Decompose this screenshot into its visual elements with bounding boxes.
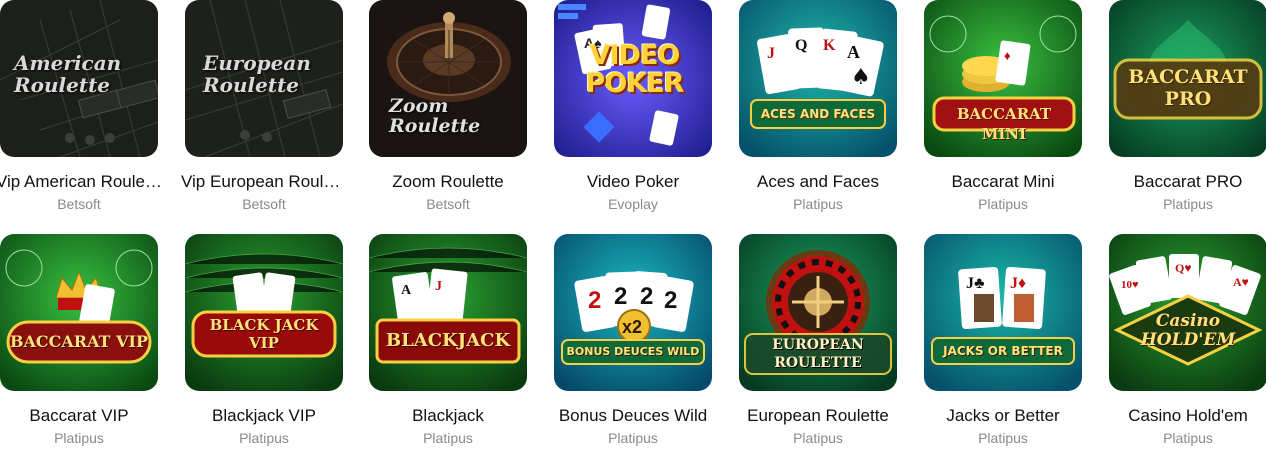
game-tile[interactable]: American Roulette Vip American Roulette … xyxy=(0,0,162,220)
game-logo: EUROPEAN ROULETTE xyxy=(772,337,864,371)
svg-text:J♣: J♣ xyxy=(966,275,985,292)
game-tile[interactable]: Zoom Roulette Zoom Roulette Betsoft xyxy=(369,0,527,220)
game-title: Baccarat VIP xyxy=(29,406,129,425)
game-provider: Platipus xyxy=(1163,430,1213,446)
game-logo: JACKS OR BETTER xyxy=(943,344,1063,358)
svg-text:A: A xyxy=(847,42,860,62)
game-logo: BONUS DEUCES WILD xyxy=(566,345,700,358)
game-thumbnail: 10♥ Q♥ A♥ Casino HOLD'EM xyxy=(1109,234,1266,391)
game-title: Zoom Roulette xyxy=(392,172,504,191)
game-tile[interactable]: J Q K A ♠ ACES AND FACES Aces and Faces … xyxy=(739,0,897,220)
game-thumbnail: EUROPEAN ROULETTE xyxy=(739,234,897,391)
game-title: Vip European Roulette xyxy=(181,172,347,191)
game-thumbnail: ♦ BACCARAT MINI xyxy=(924,0,1082,157)
game-thumbnail: BACCARAT PRO xyxy=(1109,0,1266,157)
game-tile[interactable]: A J BLACKJACK Blackjack Platipus xyxy=(369,234,527,454)
game-tile[interactable]: European Roulette Vip European Roulette … xyxy=(181,0,347,220)
svg-text:♦: ♦ xyxy=(1004,48,1011,63)
game-title: European Roulette xyxy=(747,406,889,425)
svg-text:2: 2 xyxy=(664,287,677,314)
game-provider: Platipus xyxy=(978,196,1028,212)
game-logo: European Roulette xyxy=(203,51,311,97)
svg-text:Q: Q xyxy=(795,37,807,54)
game-tile[interactable]: J♣ J♦ JACKS OR BETTER Jacks or Better Pl… xyxy=(924,234,1082,454)
svg-text:K: K xyxy=(823,37,836,54)
game-provider: Betsoft xyxy=(426,196,470,212)
baccarat-vip-icon xyxy=(0,234,158,391)
svg-text:A: A xyxy=(401,283,412,298)
jacks-or-better-icon: J♣ J♦ xyxy=(924,234,1082,391)
game-provider: Platipus xyxy=(978,430,1028,446)
game-title: Casino Hold'em xyxy=(1128,406,1248,425)
game-thumbnail: European Roulette xyxy=(185,0,343,157)
game-provider: Platipus xyxy=(239,430,289,446)
game-logo: Zoom Roulette xyxy=(389,95,481,137)
game-title: Blackjack VIP xyxy=(212,406,316,425)
game-thumbnail: J♣ J♦ JACKS OR BETTER xyxy=(924,234,1082,391)
game-thumbnail: A♠ VIDEO POKER xyxy=(554,0,712,157)
blackjack-vip-icon xyxy=(185,234,343,391)
game-tile[interactable]: 2 2 2 2 x2 BONUS DEUCES WILD Bonus Deuce… xyxy=(554,234,712,454)
blackjack-icon: A J xyxy=(369,234,527,391)
svg-text:2: 2 xyxy=(588,287,601,314)
game-thumbnail: BLACK JACK VIP xyxy=(185,234,343,391)
game-provider: Platipus xyxy=(54,430,104,446)
svg-text:Q♥: Q♥ xyxy=(1175,261,1191,275)
game-provider: Platipus xyxy=(1163,196,1213,212)
game-logo: BLACK JACK VIP xyxy=(209,316,319,352)
game-title: Jacks or Better xyxy=(946,406,1060,425)
game-logo: BACCARAT MINI xyxy=(956,105,1052,143)
game-thumbnail: BACCARAT VIP xyxy=(0,234,158,391)
svg-text:10♥: 10♥ xyxy=(1121,279,1139,291)
game-thumbnail: Zoom Roulette xyxy=(369,0,527,157)
game-tile[interactable]: BACCARAT PRO Baccarat PRO Platipus xyxy=(1109,0,1266,220)
game-title: Baccarat PRO xyxy=(1133,172,1243,191)
game-logo: BACCARAT VIP xyxy=(9,332,149,351)
game-thumbnail: 2 2 2 2 x2 BONUS DEUCES WILD xyxy=(554,234,712,391)
game-title: Bonus Deuces Wild xyxy=(558,406,708,425)
game-logo: ACES AND FACES xyxy=(760,107,876,121)
svg-text:J: J xyxy=(767,45,775,62)
game-logo: BLACKJACK xyxy=(385,330,511,351)
game-provider: Platipus xyxy=(793,430,843,446)
game-logo: Casino HOLD'EM xyxy=(1140,311,1236,350)
game-thumbnail: American Roulette xyxy=(0,0,158,157)
svg-text:J♦: J♦ xyxy=(1010,275,1026,292)
game-tile[interactable]: BLACK JACK VIP Blackjack VIP Platipus xyxy=(185,234,343,454)
game-thumbnail: J Q K A ♠ ACES AND FACES xyxy=(739,0,897,157)
game-logo: American Roulette xyxy=(14,51,122,97)
game-title: Aces and Faces xyxy=(757,172,879,191)
game-provider: Platipus xyxy=(793,196,843,212)
game-logo: BACCARAT PRO xyxy=(1128,66,1248,110)
game-tile[interactable]: BACCARAT VIP Baccarat VIP Platipus xyxy=(0,234,158,454)
game-tile[interactable]: A♠ VIDEO POKER Video Poker Evoplay xyxy=(554,0,712,220)
game-provider: Platipus xyxy=(423,430,473,446)
svg-text:♠: ♠ xyxy=(851,65,871,90)
game-tile[interactable]: ♦ BACCARAT MINI Baccarat Mini Platipus xyxy=(924,0,1082,220)
game-title: Video Poker xyxy=(586,172,680,191)
game-grid: American Roulette Vip American Roulette … xyxy=(0,0,1266,455)
game-provider: Betsoft xyxy=(242,196,286,212)
bonus-deuces-wild-icon: 2 2 2 2 x2 xyxy=(554,234,712,391)
svg-text:J: J xyxy=(435,279,442,294)
game-title: Baccarat Mini xyxy=(951,172,1055,191)
svg-text:2: 2 xyxy=(640,283,653,310)
svg-text:A♥: A♥ xyxy=(1233,275,1249,289)
game-provider: Platipus xyxy=(608,430,658,446)
svg-text:2: 2 xyxy=(614,283,627,310)
game-logo: VIDEO POKER xyxy=(585,40,685,99)
game-tile[interactable]: EUROPEAN ROULETTE European Roulette Plat… xyxy=(739,234,897,454)
svg-text:x2: x2 xyxy=(622,317,642,337)
game-thumbnail: A J BLACKJACK xyxy=(369,234,527,391)
game-provider: Betsoft xyxy=(57,196,101,212)
game-provider: Evoplay xyxy=(608,196,658,212)
game-title: Vip American Roulette xyxy=(0,172,162,191)
game-title: Blackjack xyxy=(412,406,484,425)
game-tile[interactable]: 10♥ Q♥ A♥ Casino HOLD'EM Casino Hold'em … xyxy=(1109,234,1266,454)
aces-and-faces-icon: J Q K A ♠ xyxy=(739,0,897,157)
